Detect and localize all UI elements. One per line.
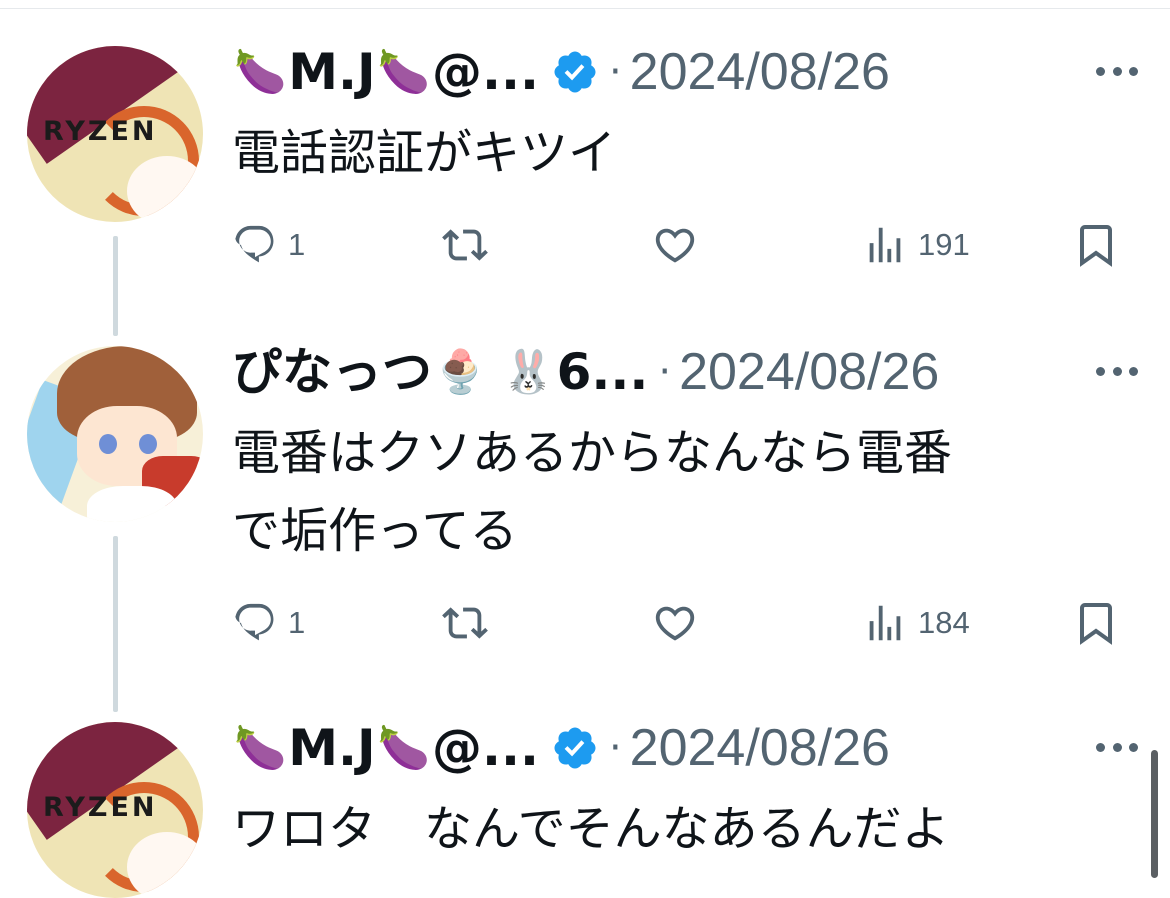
views-icon (869, 605, 901, 641)
verified-badge-icon (554, 51, 596, 93)
avatar-art (99, 434, 117, 454)
display-name[interactable]: M.J (288, 42, 375, 102)
avatar[interactable]: RYZEN (27, 46, 203, 222)
separator-dot: · (608, 49, 622, 95)
display-name[interactable]: M.J (288, 718, 375, 778)
views-button[interactable]: 184 (862, 600, 970, 646)
views-icon (869, 227, 901, 263)
top-divider (0, 8, 1170, 9)
reply-count: 1 (288, 227, 306, 262)
avatar[interactable]: RYZEN (27, 722, 203, 898)
like-icon (655, 606, 695, 641)
handle[interactable]: @... (432, 718, 539, 778)
avatar[interactable] (27, 346, 203, 522)
views-count: 191 (918, 227, 970, 262)
repost-button[interactable] (440, 600, 500, 646)
separator-dot: · (658, 349, 672, 395)
thread-connector (113, 236, 118, 336)
tweet-date[interactable]: 2024/08/26 (679, 342, 939, 402)
like-icon (655, 228, 695, 263)
tweet-text-line: ワロタ なんでそんなあるんだよ (232, 801, 950, 857)
eggplant-emoji: 🍆 (377, 47, 430, 96)
avatar-logo-text: RYZEN (43, 792, 158, 823)
bookmark-button[interactable] (1072, 598, 1120, 648)
handle[interactable]: @... (432, 42, 539, 102)
reply-icon (235, 225, 274, 263)
bookmark-icon (1080, 603, 1112, 645)
tweet-date[interactable]: 2024/08/26 (630, 42, 890, 102)
eggplant-emoji: 🍆 (234, 47, 287, 96)
display-name[interactable]: ぴなっつ (232, 342, 432, 402)
avatar-logo-text: RYZEN (43, 116, 158, 147)
eggplant-emoji: 🍆 (234, 723, 287, 772)
like-button[interactable] (652, 222, 708, 268)
repost-button[interactable] (440, 222, 500, 268)
more-options-icon[interactable] (1096, 740, 1138, 754)
avatar-art (127, 832, 203, 898)
tweet-header: ぴなっつ 🍨 🐰 6... · 2024/08/26 (232, 342, 939, 402)
avatar-art (139, 434, 157, 454)
tweet-header: 🍆 M.J 🍆 @... · 2024/08/26 (232, 42, 890, 102)
reply-icon (235, 603, 274, 641)
tweet-date[interactable]: 2024/08/26 (630, 718, 890, 778)
repost-icon (442, 607, 488, 639)
more-options-icon[interactable] (1096, 64, 1138, 78)
tweet-text-line: 電番はクソあるからなんなら電番 (232, 425, 953, 481)
views-button[interactable]: 191 (862, 222, 970, 268)
avatar-art (87, 486, 177, 522)
tweet-text-line: で垢作ってる (232, 503, 518, 559)
tweet-text: 電番はクソあるからなんなら電番 で垢作ってる (232, 414, 952, 570)
more-options-icon[interactable] (1096, 364, 1138, 378)
tweet-header: 🍆 M.J 🍆 @... · 2024/08/26 (232, 718, 890, 778)
thread-connector (113, 536, 118, 712)
ice-cream-emoji: 🍨 (434, 347, 487, 396)
tweet-text-line: 電話認証がキツイ (232, 125, 617, 181)
separator-dot: · (608, 725, 622, 771)
tweet-text: 電話認証がキツイ (232, 114, 616, 192)
rabbit-emoji: 🐰 (502, 347, 555, 396)
eggplant-emoji: 🍆 (377, 723, 430, 772)
views-count: 184 (918, 605, 970, 640)
reply-count: 1 (288, 605, 306, 640)
handle[interactable]: 6... (557, 342, 649, 402)
verified-badge-icon (554, 727, 596, 769)
reply-button[interactable]: 1 (232, 600, 305, 646)
tweet-text: ワロタ なんでそんなあるんだよ (232, 790, 950, 868)
reply-button[interactable]: 1 (232, 222, 305, 268)
avatar-art (127, 156, 203, 222)
scrollbar[interactable] (1151, 750, 1158, 878)
repost-icon (442, 229, 488, 261)
like-button[interactable] (652, 600, 708, 646)
bookmark-icon (1080, 225, 1112, 267)
bookmark-button[interactable] (1072, 220, 1120, 270)
